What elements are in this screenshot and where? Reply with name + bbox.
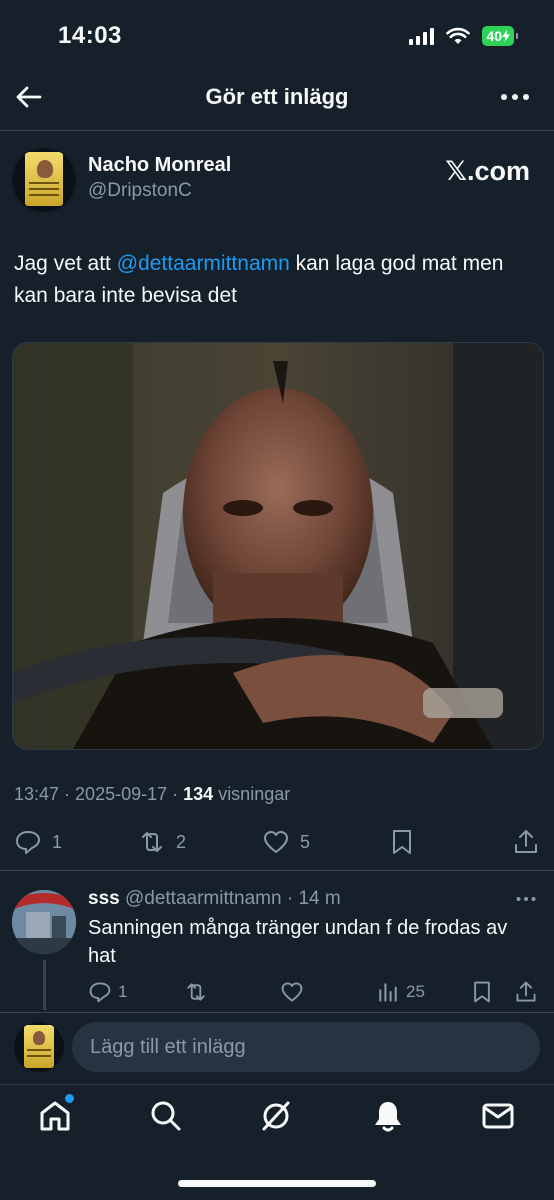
tweet-date: 2025-09-17 bbox=[75, 784, 168, 804]
status-icons: 40 bbox=[409, 26, 518, 46]
reply-icon bbox=[89, 982, 111, 1003]
reply-button[interactable]: 1 bbox=[14, 828, 62, 856]
retweet-button[interactable]: 2 bbox=[138, 828, 186, 856]
tweet-time: 13:47 bbox=[14, 784, 60, 804]
bookmark-icon bbox=[393, 830, 411, 854]
compose-divider bbox=[0, 1012, 554, 1013]
retweet-icon bbox=[142, 832, 162, 852]
views-label: visningar bbox=[218, 784, 291, 804]
page-title: Gör ett inlägg bbox=[205, 84, 349, 109]
tweet-meta: 13:47 · 2025-09-17 · 134 visningar bbox=[14, 784, 291, 804]
like-icon bbox=[281, 982, 303, 1002]
like-button[interactable]: 5 bbox=[262, 828, 310, 856]
reply-reply-count: 1 bbox=[118, 982, 128, 1001]
share-icon bbox=[516, 981, 536, 1002]
cellular-signal-icon bbox=[409, 27, 435, 45]
reply-views-button[interactable]: 25 bbox=[376, 980, 425, 1004]
compose-avatar bbox=[14, 1022, 64, 1072]
more-icon bbox=[501, 94, 529, 100]
reply-author-handle[interactable]: @dettaarmittnamn bbox=[125, 888, 282, 909]
views-icon bbox=[379, 983, 397, 1002]
reply-bookmark-button[interactable] bbox=[470, 980, 494, 1004]
compose-reply-input[interactable] bbox=[72, 1022, 540, 1072]
header-divider bbox=[0, 130, 554, 131]
share-button[interactable] bbox=[512, 828, 540, 856]
wifi-icon bbox=[446, 27, 471, 44]
reply-avatar-image bbox=[12, 890, 76, 954]
grok-icon bbox=[262, 1101, 290, 1131]
tab-notifications[interactable] bbox=[370, 1098, 406, 1134]
reply-author-name[interactable]: sss bbox=[88, 888, 120, 909]
x-com-logo: 𝕏.com bbox=[445, 156, 530, 186]
tab-messages[interactable] bbox=[480, 1098, 516, 1134]
reply-like-button[interactable] bbox=[280, 980, 304, 1004]
reply-share-button[interactable] bbox=[514, 980, 538, 1004]
author-avatar[interactable] bbox=[12, 148, 76, 212]
like-count: 5 bbox=[300, 831, 311, 852]
reply-views-count: 25 bbox=[406, 982, 425, 1001]
reply-age: 14 m bbox=[298, 888, 341, 909]
mention-link[interactable]: @dettaarmittnamn bbox=[117, 252, 290, 275]
charging-bolt-icon bbox=[502, 30, 510, 42]
section-divider bbox=[0, 870, 554, 871]
tab-grok[interactable] bbox=[258, 1098, 294, 1134]
author-name[interactable]: Nacho Monreal bbox=[88, 154, 231, 177]
more-options-button[interactable] bbox=[500, 86, 530, 108]
player-card-image bbox=[24, 1025, 54, 1068]
reply-author-avatar[interactable] bbox=[12, 890, 76, 954]
author-handle[interactable]: @DripstonC bbox=[88, 180, 192, 202]
reply-text: Sanningen många tränger undan f de froda… bbox=[88, 917, 508, 967]
tweet-image[interactable] bbox=[12, 342, 544, 750]
retweet-count: 2 bbox=[176, 831, 187, 852]
messages-icon bbox=[482, 1103, 514, 1129]
more-icon bbox=[516, 897, 536, 901]
player-card-image bbox=[25, 152, 63, 206]
status-time: 14:03 bbox=[58, 22, 122, 49]
reply-icon bbox=[16, 831, 40, 854]
share-icon bbox=[515, 830, 537, 853]
notifications-icon bbox=[375, 1102, 401, 1132]
reply-header: sss @dettaarmittnamn · 14 m bbox=[88, 888, 341, 909]
bookmark-button[interactable] bbox=[388, 828, 416, 856]
tweet-text: Jag vet att @dettaarmittnamn kan laga go… bbox=[14, 248, 534, 312]
tab-search[interactable] bbox=[148, 1098, 184, 1134]
thread-line bbox=[43, 960, 46, 1010]
tabbar-divider bbox=[0, 1084, 554, 1085]
tweet-text-start: Jag vet att bbox=[14, 252, 117, 275]
home-indicator bbox=[178, 1180, 376, 1187]
retweet-icon bbox=[187, 983, 205, 1001]
reply-more-button[interactable] bbox=[516, 886, 536, 907]
battery-icon: 40 bbox=[482, 26, 518, 46]
search-icon bbox=[151, 1101, 181, 1131]
reply-retweet-button[interactable] bbox=[184, 980, 208, 1004]
like-icon bbox=[264, 831, 288, 853]
man-driving-car-image bbox=[13, 343, 543, 749]
bookmark-icon bbox=[474, 981, 490, 1003]
reply-reply-button[interactable]: 1 bbox=[88, 980, 127, 1004]
home-notification-dot bbox=[63, 1092, 76, 1105]
battery-level: 40 bbox=[486, 28, 502, 44]
reply-count: 1 bbox=[52, 831, 63, 852]
views-count: 134 bbox=[183, 784, 214, 804]
